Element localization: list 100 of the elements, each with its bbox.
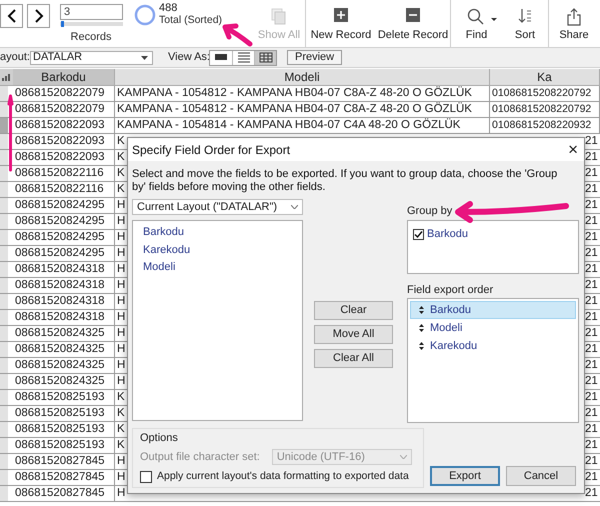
table-cell: K bbox=[117, 135, 125, 147]
table-cell: 08681520825193 bbox=[15, 423, 105, 435]
record-count: 488 bbox=[159, 2, 178, 14]
row-selector[interactable] bbox=[0, 150, 8, 165]
row-selector[interactable] bbox=[0, 102, 8, 117]
row-selector[interactable] bbox=[0, 470, 8, 485]
table-cell: 08681520822093 bbox=[15, 119, 105, 131]
reorder-handle-icon[interactable] bbox=[419, 342, 424, 350]
row-selector[interactable] bbox=[0, 230, 8, 245]
field-item[interactable]: Barkodu bbox=[143, 224, 184, 242]
table-cell: 08681520825193 bbox=[15, 391, 105, 403]
row-selector[interactable] bbox=[0, 278, 8, 293]
dialog-button[interactable]: Move All bbox=[314, 325, 393, 344]
toolbar-button[interactable]: New Record bbox=[306, 0, 376, 47]
table-cell: 08681520827845 bbox=[15, 487, 105, 499]
row-selector[interactable] bbox=[0, 342, 8, 357]
toolbar-button[interactable]: Delete Record bbox=[376, 0, 450, 47]
minus-icon bbox=[406, 8, 420, 22]
view-mode-button[interactable] bbox=[254, 50, 276, 64]
row-selector[interactable] bbox=[0, 438, 8, 453]
next-record-button[interactable] bbox=[27, 4, 50, 28]
row-selector[interactable] bbox=[0, 214, 8, 229]
row-selector[interactable] bbox=[0, 294, 8, 309]
previous-record-button[interactable] bbox=[0, 4, 23, 28]
sort-icon bbox=[518, 8, 532, 24]
table-cell: H bbox=[117, 263, 126, 275]
view-mode-button[interactable] bbox=[232, 50, 254, 64]
row-selector[interactable] bbox=[0, 182, 8, 197]
toolbar-button[interactable]: Share bbox=[549, 0, 599, 47]
table-cell: H bbox=[117, 231, 126, 243]
row-selector[interactable] bbox=[0, 374, 8, 389]
checkbox[interactable] bbox=[413, 228, 424, 240]
row-selector[interactable] bbox=[0, 390, 8, 405]
toolbar-button[interactable]: Sort bbox=[502, 0, 548, 47]
table-cell: 08681520822116 bbox=[15, 183, 104, 195]
table-cell: 21 bbox=[585, 215, 598, 227]
row-selector[interactable] bbox=[0, 86, 8, 101]
row-selector[interactable] bbox=[0, 198, 8, 213]
row-selector[interactable] bbox=[0, 406, 8, 421]
stacked-pages-icon bbox=[271, 8, 287, 26]
export-field-row[interactable]: Karekodu bbox=[410, 337, 576, 355]
row-selector[interactable] bbox=[0, 246, 8, 261]
table-cell: KAMPANA - 1054812 - KAMPANA HB04-07 C8A-Z 48-20 O GÖZLÜK bbox=[117, 87, 472, 99]
row-selector[interactable] bbox=[0, 486, 8, 501]
table-cell: 21 bbox=[585, 359, 598, 371]
table-cell: 21 bbox=[585, 471, 598, 483]
table-cell: 08681520824295 bbox=[15, 247, 105, 259]
export-field-row[interactable]: Barkodu bbox=[410, 301, 576, 319]
export-field-row[interactable]: Modeli bbox=[410, 319, 576, 337]
dialog-button[interactable]: Clear bbox=[314, 301, 393, 320]
column-header[interactable]: Ka bbox=[490, 69, 600, 85]
record-slider[interactable] bbox=[60, 22, 123, 26]
table-cell: H bbox=[117, 311, 126, 323]
found-set-pie-icon bbox=[134, 4, 156, 26]
column-header[interactable]: Barkodu bbox=[13, 69, 115, 85]
dialog-button[interactable]: Export bbox=[430, 466, 500, 486]
row-selector[interactable] bbox=[0, 358, 8, 373]
close-button[interactable]: × bbox=[568, 141, 578, 158]
table-cell: 21 bbox=[585, 263, 598, 275]
checkbox[interactable] bbox=[140, 470, 152, 483]
table-cell: H bbox=[117, 455, 126, 467]
table-cell: H bbox=[117, 471, 126, 483]
preview-button[interactable]: Preview bbox=[287, 50, 342, 65]
table-cell: 08681520824295 bbox=[15, 199, 105, 211]
view-mode-switcher[interactable] bbox=[209, 50, 277, 66]
column-header[interactable]: Modeli bbox=[115, 69, 490, 85]
field-source-dropdown[interactable]: Current Layout ("DATALAR") bbox=[132, 199, 303, 215]
field-item[interactable]: Modeli bbox=[143, 259, 176, 276]
plus-icon bbox=[334, 8, 348, 22]
table-cell: K bbox=[117, 407, 125, 419]
chevron-left-icon bbox=[6, 9, 16, 23]
view-as-label: View As: bbox=[168, 50, 209, 66]
table-cell: H bbox=[117, 279, 126, 291]
table-cell: H bbox=[117, 359, 126, 371]
table-cell: 01086815208220932 bbox=[492, 119, 592, 131]
row-selector[interactable] bbox=[0, 134, 8, 149]
table-cell: 21 bbox=[585, 151, 598, 163]
record-number-field[interactable]: 3 bbox=[60, 4, 123, 20]
row-selector[interactable] bbox=[0, 310, 8, 325]
view-mode-button[interactable] bbox=[210, 50, 232, 64]
row-selector[interactable] bbox=[0, 118, 8, 133]
row-selector[interactable] bbox=[0, 422, 8, 437]
dialog-button[interactable]: Cancel bbox=[506, 466, 576, 486]
table-cell: 21 bbox=[585, 247, 598, 259]
dropdown-caret-icon bbox=[400, 454, 407, 459]
available-fields-list[interactable]: Barkodu Karekodu Modeli bbox=[132, 220, 303, 421]
row-selector[interactable] bbox=[0, 166, 8, 181]
table-cell: 08681520822079 bbox=[15, 87, 105, 99]
row-selector[interactable] bbox=[0, 262, 8, 277]
row-selector[interactable] bbox=[0, 454, 8, 469]
table-cell: 21 bbox=[585, 183, 598, 195]
table-cell: H bbox=[117, 375, 126, 387]
toolbar-button[interactable]: Find bbox=[451, 0, 502, 47]
field-item[interactable]: Karekodu bbox=[143, 242, 190, 259]
dialog-button[interactable]: Clear All bbox=[314, 349, 393, 368]
reorder-handle-icon[interactable] bbox=[419, 306, 424, 314]
layout-dropdown[interactable]: DATALAR bbox=[30, 50, 153, 64]
row-selector[interactable] bbox=[0, 326, 8, 341]
reorder-handle-icon[interactable] bbox=[419, 324, 424, 332]
layout-label: ayout: bbox=[0, 50, 30, 66]
